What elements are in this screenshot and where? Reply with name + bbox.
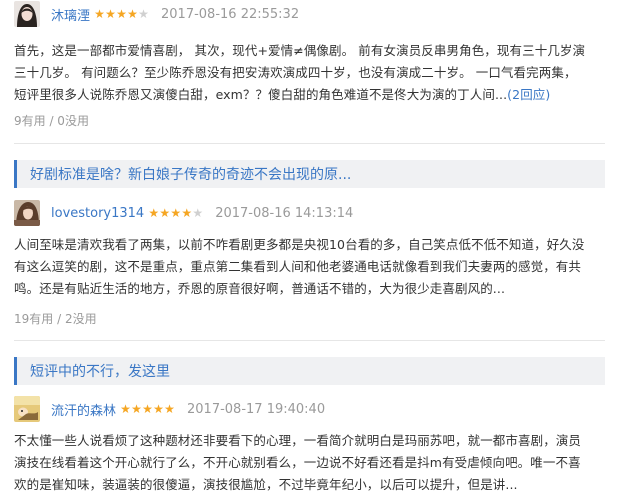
review-text: 首先，这是一部都市爱情喜剧， 其次，现代+爱情≠偶像剧。 前有女演员反串男角色，… (14, 40, 599, 106)
discussion-thread-link[interactable]: 短评中的不行，发这里 (14, 357, 605, 385)
star-icon: ★ (159, 206, 171, 220)
review-line: 欢的是崔知味，装逼装的很傻逼，演技很尴尬，不过毕竟年纪小，以后可以提升，但是讲.… (14, 477, 518, 492)
accent-bar (14, 357, 17, 385)
review-line-text: 短评里很多人说陈乔恩又演傻白甜，exm？？傻白甜的角色难道不是佟大为演的丁人间.… (14, 87, 508, 102)
star-icon: ★ (170, 206, 182, 220)
review-line: 首先，这是一部都市爱情喜剧， 其次，现代+爱情≠偶像剧。 前有女演员反串男角色，… (14, 43, 586, 58)
avatar[interactable] (14, 1, 40, 27)
rating-stars: ★ ★ ★ ★ ★ (148, 207, 203, 219)
review-line: 三十几岁。 有问题么？至少陈乔恩没有把安涛欢演成四十岁，也没有演成二十岁。 一口… (14, 65, 577, 80)
review-text: 人间至味是清欢我看了两集，以前不咋看剧更多都是央视10台看的多，自己笑点低不低不… (14, 234, 599, 300)
rating-stars: ★ ★ ★ ★ ★ (94, 8, 149, 20)
thread-title[interactable]: 好剧标准是啥？新白娘子传奇的奇迹不会出现的原... (30, 164, 351, 184)
vote-counts[interactable]: 19有用 / 2没用 (14, 310, 97, 327)
divider (14, 143, 605, 144)
review-line: 短评里很多人说陈乔恩又演傻白甜，exm？？傻白甜的角色难道不是佟大为演的丁人间.… (14, 84, 599, 106)
star-icon: ★ (120, 402, 131, 416)
review-time: 2017-08-16 22:55:32 (161, 6, 300, 22)
username-link[interactable]: 沐璃湮 (51, 5, 90, 24)
star-icon: ★ (164, 402, 175, 416)
rating-stars: ★ ★ ★ ★ ★ (120, 403, 175, 415)
star-icon: ★ (181, 206, 193, 220)
vote-counts[interactable]: 9有用 / 0没用 (14, 112, 89, 129)
review-text: 不太懂一些人说看烦了这种题材还非要看下的心理，一看简介就明白是玛丽苏吧，就一都市… (14, 430, 599, 496)
review-list: 沐璃湮 ★ ★ ★ ★ ★ 2017-08-16 22:55:32 首先，这是一部都市爱… (0, 0, 619, 504)
thread-title[interactable]: 短评中的不行，发这里 (30, 361, 170, 381)
avatar[interactable] (14, 396, 40, 422)
divider (14, 340, 605, 341)
avatar[interactable] (14, 200, 40, 226)
star-icon: ★ (131, 402, 142, 416)
star-icon: ★ (116, 7, 127, 21)
review-line: 人间至味是清欢我看了两集，以前不咋看剧更多都是央视10台看的多，自己笑点低不低不… (14, 237, 585, 252)
review-line: 演技在线看着这个开心就行了么，不开心就别看么，一边说不好看还看是抖m有受虐倾向吧… (14, 455, 581, 470)
review-line: 不太懂一些人说看烦了这种题材还非要看下的心理，一看简介就明白是玛丽苏吧，就一都市… (14, 433, 582, 448)
review-header: lovestory1314 ★ ★ ★ ★ ★ 2017-08-16 14:13:14 (14, 200, 353, 226)
review-header: 沐璃湮 ★ ★ ★ ★ ★ 2017-08-16 22:55:32 (14, 1, 299, 27)
discussion-thread-link[interactable]: 好剧标准是啥？新白娘子传奇的奇迹不会出现的原... (14, 160, 605, 188)
star-icon: ★ (153, 402, 164, 416)
star-icon: ★ (148, 206, 160, 220)
accent-bar (14, 160, 17, 188)
username-link[interactable]: 流汗的森林 (51, 400, 116, 419)
star-icon: ★ (94, 7, 105, 21)
review-time: 2017-08-16 14:13:14 (215, 205, 354, 221)
review-line: 鸣。还是有贴近生活的地方，乔恩的原音很好啊，普通话不错的，大为很少走喜剧风的..… (14, 281, 506, 296)
username-link[interactable]: lovestory1314 (51, 206, 144, 221)
reply-count-link[interactable]: (2回应) (507, 87, 550, 102)
review-header: 流汗的森林 ★ ★ ★ ★ ★ 2017-08-17 19:40:40 (14, 396, 325, 422)
star-icon: ★ (192, 206, 204, 220)
star-icon: ★ (105, 7, 116, 21)
star-icon: ★ (142, 402, 153, 416)
star-icon: ★ (138, 7, 149, 21)
star-icon: ★ (127, 7, 138, 21)
review-line: 有这么逗笑的剧，这不是重点，重点第二集看到人间和他老婆通电话就像看到我们夫妻两的… (14, 259, 582, 274)
review-time: 2017-08-17 19:40:40 (187, 401, 326, 417)
